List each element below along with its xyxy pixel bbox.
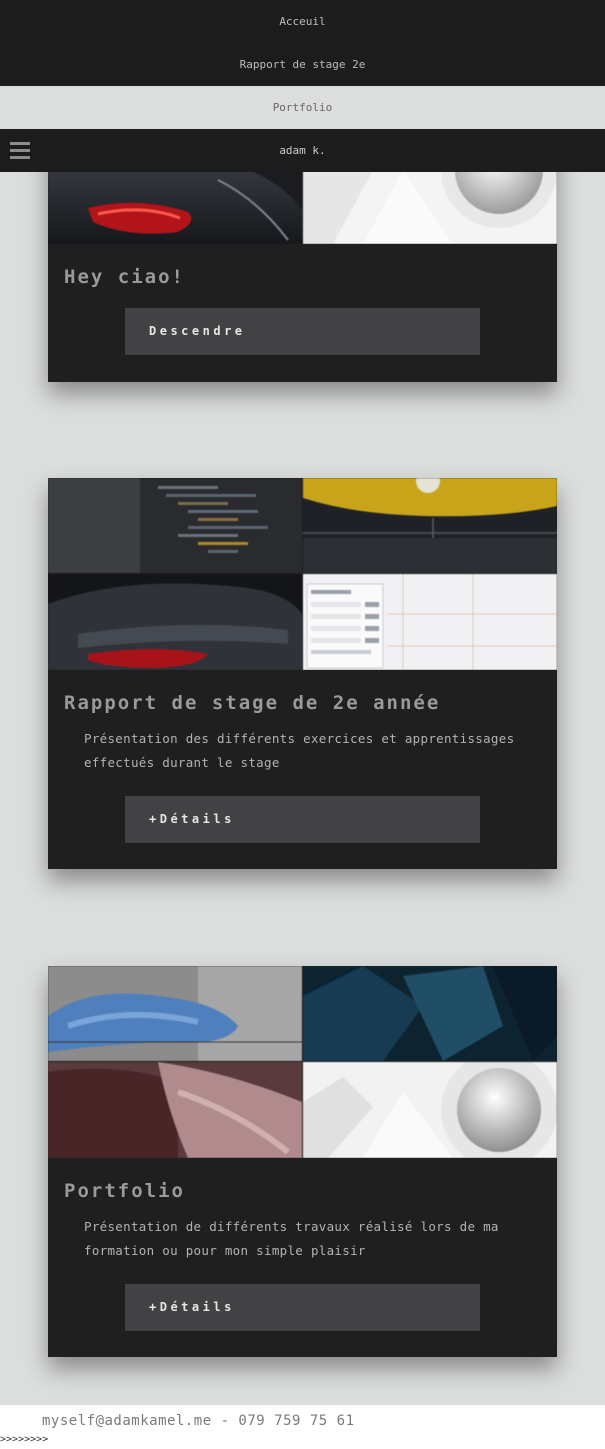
white-shapes-image [303,1062,557,1158]
yellow-car-image [303,478,557,573]
descend-button[interactable]: Descendre [125,308,480,355]
brand-name: adam k. [279,144,326,157]
nav-item-label: Acceuil [279,15,326,28]
hero-title: Hey ciao! [64,266,185,288]
brand-bar: adam k. [0,129,605,172]
nav-item-acceuil[interactable]: Acceuil [0,0,605,43]
dark-blue-abstract-image [303,966,557,1061]
portfolio-card-description: Présentation de différents travaux réali… [84,1219,499,1258]
nav-item-portfolio[interactable]: Portfolio [0,86,605,129]
red-fabric-image [48,1062,302,1158]
portfolio-card-title: Portfolio [64,1180,185,1202]
report-card-description: Présentation des différents exercices et… [84,731,515,770]
report-card-title: Rapport de stage de 2e année [64,692,441,714]
blue-fabric-image [48,966,302,1061]
top-navigation: Acceuil Rapport de stage 2e Portfolio ad… [0,0,605,172]
portfolio-details-button[interactable]: +Détails [125,1284,480,1331]
hamburger-menu-icon[interactable] [10,142,30,159]
code-editor-image [48,478,302,573]
nav-item-label: Portfolio [272,101,333,114]
footer-arrows: >>>>>>>> [0,1434,49,1445]
footer-contact[interactable]: myself@adamkamel.me - 079 759 75 61 [42,1413,355,1429]
report-card: Rapport de stage de 2e année Présentatio… [48,478,557,869]
car-rear-image [48,574,302,670]
nav-item-label: Rapport de stage 2e [239,58,366,71]
report-details-button[interactable]: +Détails [125,796,480,843]
nav-item-rapport[interactable]: Rapport de stage 2e [0,43,605,86]
footer: myself@adamkamel.me - 079 759 75 61 >>>>… [0,1405,605,1449]
report-image-mosaic [48,478,557,670]
portfolio-image-mosaic [48,966,557,1158]
portfolio-card: Portfolio Présentation de différents tra… [48,966,557,1357]
form-screenshot-image [303,574,557,670]
